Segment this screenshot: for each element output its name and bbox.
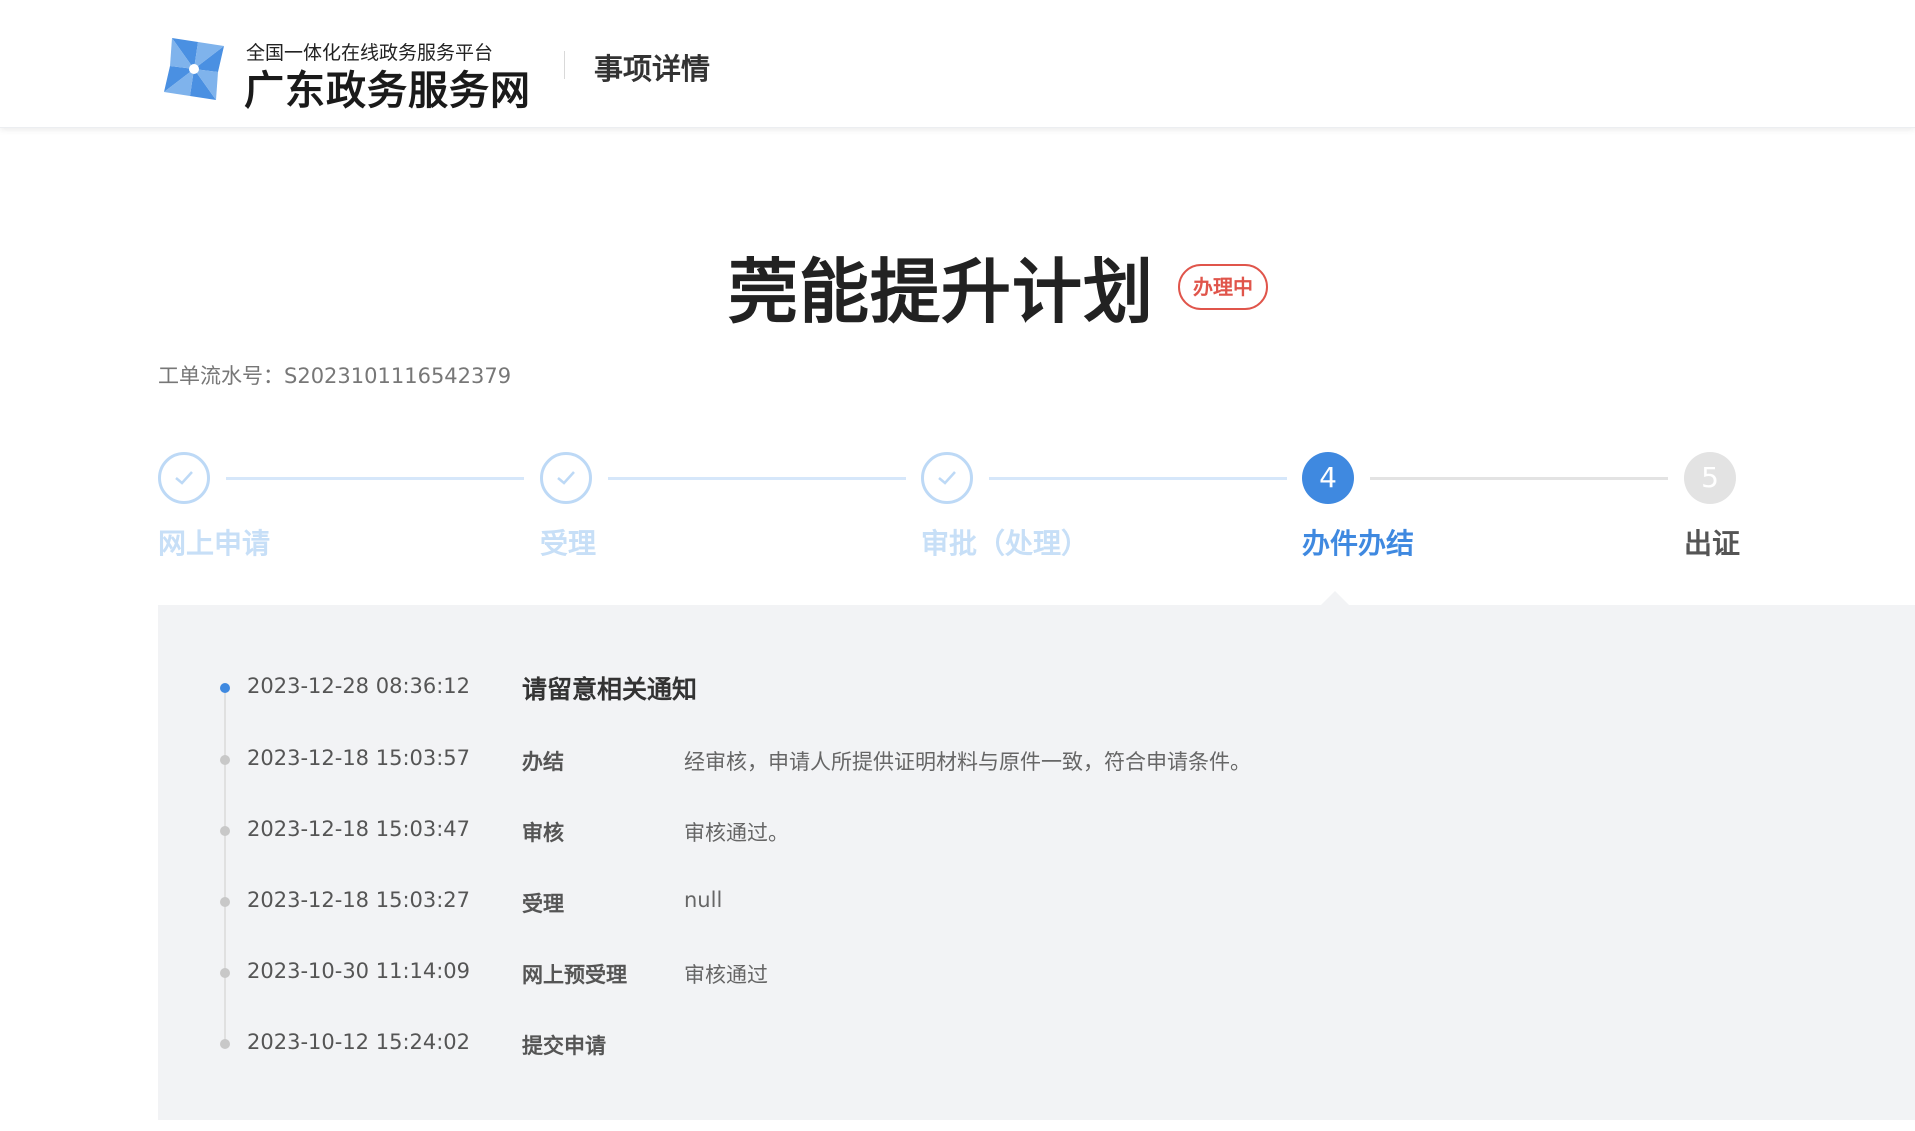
timeline-dot: [220, 683, 230, 693]
timeline-desc: null: [684, 888, 723, 912]
step-2-label: 受理: [540, 527, 597, 560]
step-3-label: 审批（处理）: [921, 527, 1090, 560]
step-1-label: 网上申请: [158, 527, 271, 560]
timeline-item: 2023-12-18 15:03:57 办结 经审核，申请人所提供证明材料与原件…: [0, 740, 1915, 780]
step-3-check-icon: [921, 452, 973, 504]
timeline-action: 提交申请: [522, 1034, 606, 1058]
timeline-time: 2023-10-30 11:14:09: [247, 959, 471, 983]
step-4-number: 4: [1302, 452, 1354, 504]
timeline-item: 2023-10-12 15:24:02 提交申请: [0, 1024, 1915, 1064]
step-1-check-icon: [158, 452, 210, 504]
timeline-action: 审核: [522, 821, 564, 845]
step-connector: [608, 477, 906, 480]
timeline-item: 2023-12-18 15:03:47 审核 审核通过。: [0, 811, 1915, 851]
timeline-action: 请留意相关通知: [522, 675, 698, 704]
timeline-item: 2023-10-30 11:14:09 网上预受理 审核通过: [0, 953, 1915, 993]
step-5-number: 5: [1684, 452, 1736, 504]
timeline-dot: [220, 826, 230, 836]
timeline-action: 网上预受理: [522, 963, 627, 987]
timeline-desc: 审核通过: [684, 963, 768, 987]
timeline-item: 2023-12-28 08:36:12 请留意相关通知: [0, 668, 1915, 708]
step-2-check-icon: [540, 452, 592, 504]
progress-steps: 网上申请 受理 审批（处理） 4 办件办结 5 出证: [0, 0, 1915, 600]
step-5-label: 出证: [1684, 527, 1741, 560]
timeline-action: 办结: [522, 750, 564, 774]
timeline-time: 2023-12-28 08:36:12: [247, 674, 471, 698]
timeline-dot: [220, 897, 230, 907]
step-4-label: 办件办结: [1302, 527, 1415, 560]
step-connector: [989, 477, 1287, 480]
timeline-dot: [220, 968, 230, 978]
panel-pointer: [1321, 591, 1349, 605]
timeline-time: 2023-10-12 15:24:02: [247, 1030, 471, 1054]
timeline-dot: [220, 1039, 230, 1049]
timeline-item: 2023-12-18 15:03:27 受理 null: [0, 882, 1915, 922]
timeline-action: 受理: [522, 892, 564, 916]
timeline-time: 2023-12-18 15:03:57: [247, 746, 471, 770]
timeline-dot: [220, 755, 230, 765]
timeline-time: 2023-12-18 15:03:47: [247, 817, 471, 841]
step-connector: [1370, 477, 1668, 480]
timeline-time: 2023-12-18 15:03:27: [247, 888, 471, 912]
timeline-desc: 审核通过。: [684, 821, 789, 845]
timeline-desc: 经审核，申请人所提供证明材料与原件一致，符合申请条件。: [684, 750, 1251, 774]
step-connector: [226, 477, 524, 480]
